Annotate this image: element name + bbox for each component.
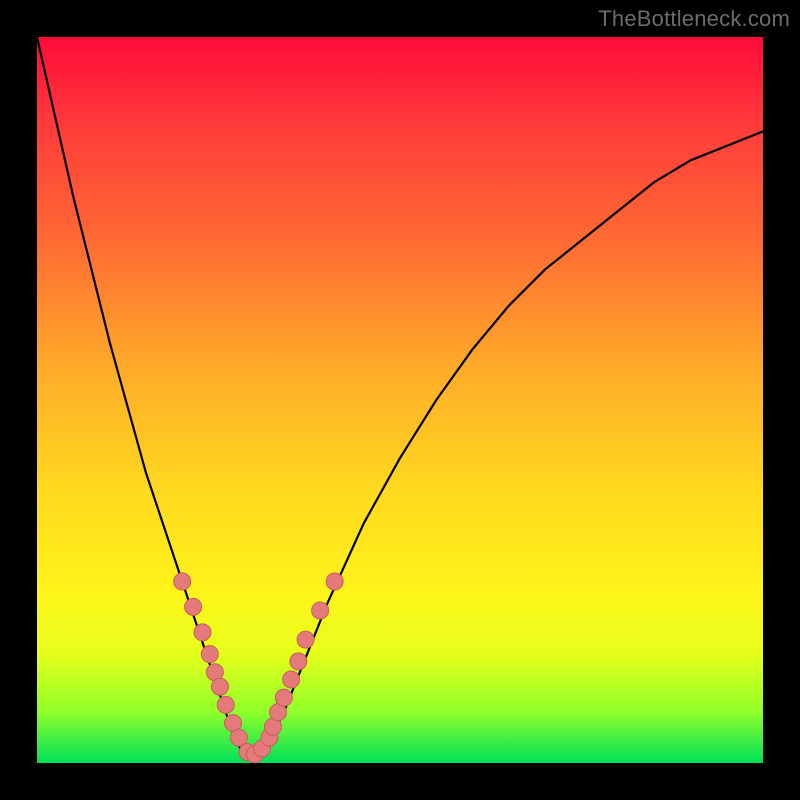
marker-dot bbox=[326, 573, 343, 590]
marker-dot bbox=[230, 729, 247, 746]
marker-dot bbox=[275, 689, 292, 706]
marker-dot bbox=[194, 624, 211, 641]
plot-area bbox=[37, 37, 763, 763]
curve-svg bbox=[37, 37, 763, 763]
marker-dot bbox=[290, 653, 307, 670]
marker-dot bbox=[297, 631, 314, 648]
marker-group bbox=[174, 573, 343, 763]
bottleneck-curve bbox=[37, 37, 763, 756]
marker-dot bbox=[174, 573, 191, 590]
marker-dot bbox=[211, 678, 228, 695]
marker-dot bbox=[185, 598, 202, 615]
marker-dot bbox=[312, 602, 329, 619]
marker-dot bbox=[283, 671, 300, 688]
marker-dot bbox=[201, 646, 218, 663]
chart-frame: TheBottleneck.com bbox=[0, 0, 800, 800]
watermark-label: TheBottleneck.com bbox=[598, 6, 790, 32]
marker-dot bbox=[217, 696, 234, 713]
